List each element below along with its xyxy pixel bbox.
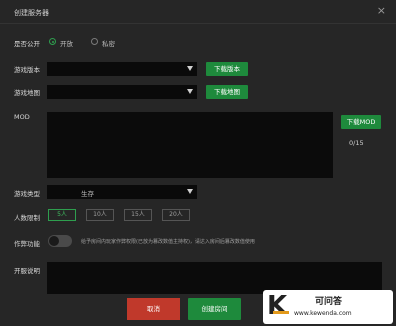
chevron-down-icon: [187, 89, 193, 94]
download-mod-button[interactable]: 下载MOD: [341, 115, 381, 129]
cheat-toggle[interactable]: [48, 235, 72, 247]
mod-count: 0/15: [349, 139, 364, 147]
title-divider: [0, 23, 396, 24]
map-label: 游戏地图: [14, 89, 40, 97]
dialog-title: 创建服务器: [14, 9, 49, 17]
mod-label: MOD: [14, 113, 30, 121]
players-label: 人数限制: [14, 214, 40, 222]
game-type-label: 游戏类型: [14, 190, 40, 198]
chevron-down-icon: [187, 66, 193, 71]
chevron-down-icon: [187, 189, 193, 194]
version-select[interactable]: [47, 62, 197, 76]
players-option-15[interactable]: 15人: [124, 209, 152, 221]
map-select[interactable]: [47, 85, 197, 99]
watermark-k-icon: K: [267, 291, 290, 321]
create-room-button[interactable]: 创建房间: [188, 298, 241, 320]
game-type-value: 生存: [81, 190, 94, 198]
description-label: 开服说明: [14, 267, 40, 275]
radio-private-label: 私密: [102, 40, 115, 48]
cancel-button[interactable]: 取消: [127, 298, 180, 320]
download-version-button[interactable]: 下载版本: [206, 62, 248, 76]
players-option-20[interactable]: 20人: [162, 209, 190, 221]
close-icon[interactable]: ×: [377, 5, 386, 17]
mod-list[interactable]: [47, 112, 333, 178]
cheat-hint: 给予房间内玩家作弊权限(已放为篡改数值主持权)，请达入房间后篡改数值使用: [81, 239, 255, 245]
public-label: 是否公开: [14, 40, 40, 48]
radio-private[interactable]: [91, 38, 98, 45]
radio-open[interactable]: [49, 38, 56, 45]
cheat-label: 作弊功能: [14, 240, 40, 248]
game-type-select[interactable]: 生存: [47, 185, 197, 199]
players-option-10[interactable]: 10人: [86, 209, 114, 221]
watermark-logo: K 可问答 www.kewenda.com: [263, 290, 393, 324]
watermark-name: 可问答: [315, 297, 343, 307]
players-option-5[interactable]: 5人: [48, 209, 76, 221]
radio-open-label: 开放: [60, 40, 73, 48]
download-map-button[interactable]: 下载地图: [206, 85, 248, 99]
watermark-url: www.kewenda.com: [294, 310, 352, 317]
version-label: 游戏版本: [14, 66, 40, 74]
